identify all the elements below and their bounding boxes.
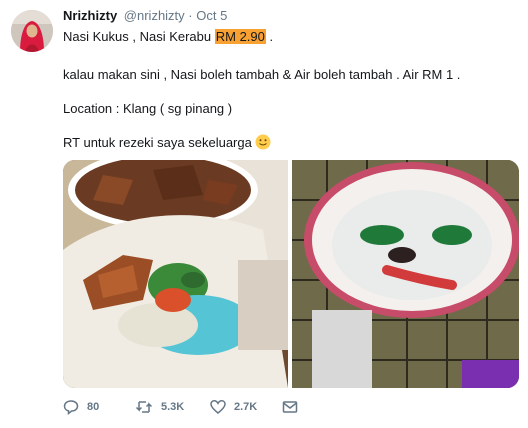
tweet: Nrizhizty @nrizhizty · Oct 5 Nasi Kukus … [0,0,528,428]
tweet-line-3: Location : Klang ( sg pinang ) [63,101,233,116]
display-name[interactable]: Nrizhizty [63,8,117,23]
avatar[interactable] [11,10,53,52]
retweet-count: 5.3K [161,401,185,413]
reply-button[interactable]: 80 [63,399,99,415]
tweet-line-4: RT untuk rezeki saya sekeluarga [63,134,271,151]
separator-dot: · [188,8,193,23]
tweet-line-2: kalau makan sini , Nasi boleh tambah & A… [63,67,461,82]
like-button[interactable]: 2.7K [210,399,257,415]
photo-nasi-kerabu[interactable] [63,160,288,388]
direct-message-button[interactable] [282,399,298,415]
tweet-timestamp[interactable]: Oct 5 [196,8,227,23]
tweet-header: Nrizhizty @nrizhizty · Oct 5 [63,8,227,23]
like-count: 2.7K [234,401,258,413]
slightly-smiling-face-icon [255,134,271,150]
line1-suffix: . [265,29,274,44]
line4-text: RT untuk rezeki saya sekeluarga [63,135,252,150]
envelope-icon [282,401,298,413]
heart-icon [210,400,226,414]
photo-empty-plate[interactable] [292,160,519,388]
retweet-button[interactable]: 5.3K [135,399,184,415]
user-handle[interactable]: @nrizhizty [124,8,185,23]
reply-count: 80 [87,401,100,413]
retweet-icon [135,401,153,413]
tweet-line-1: Nasi Kukus , Nasi Kerabu RM 2.90 . [63,28,273,45]
highlighted-price: RM 2.90 [214,29,266,44]
reply-icon [63,400,79,415]
tweet-media[interactable] [63,160,519,388]
line1-prefix: Nasi Kukus , Nasi Kerabu [63,29,215,44]
